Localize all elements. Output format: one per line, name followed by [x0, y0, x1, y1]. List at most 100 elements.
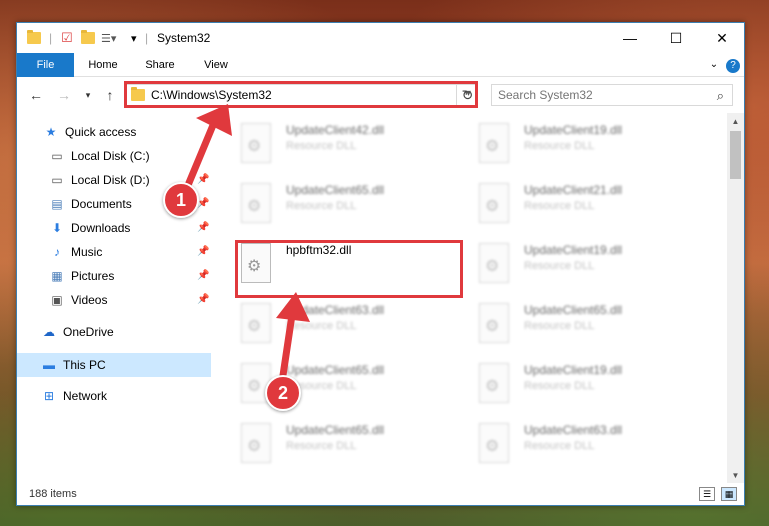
address-bar[interactable]: C:\Windows\System32 ▾: [126, 84, 478, 106]
search-icon[interactable]: ⌕: [717, 88, 724, 104]
tab-home[interactable]: Home: [79, 53, 127, 77]
file-type: Resource DLL: [524, 260, 595, 272]
sidebar-item-onedrive[interactable]: ☁ OneDrive: [41, 321, 114, 343]
file-type: Resource DLL: [524, 200, 595, 212]
separator: |: [49, 31, 53, 45]
file-type: Resource DLL: [524, 440, 595, 452]
status-bar: 188 items ☰ ▦: [17, 483, 744, 505]
search-box[interactable]: ⌕: [491, 84, 733, 106]
sidebar-item-pictures[interactable]: ▦ Pictures: [49, 265, 114, 287]
network-icon: ⊞: [43, 389, 55, 403]
file-name: UpdateClient19.dll: [524, 243, 623, 257]
file-name: UpdateClient65.dll: [286, 423, 385, 437]
sidebar-item-quick-access[interactable]: ★ Quick access: [43, 121, 137, 143]
address-path: C:\Windows\System32: [151, 88, 272, 102]
ribbon-expand-icon[interactable]: ⌄: [707, 53, 721, 77]
file-type: Resource DLL: [286, 320, 357, 332]
sidebar-item-network[interactable]: ⊞ Network: [41, 385, 107, 407]
large-icons-view-icon[interactable]: ▦: [721, 487, 737, 501]
dll-file-icon: [479, 363, 509, 403]
drive-icon: ▭: [51, 149, 63, 163]
file-type: Resource DLL: [286, 200, 357, 212]
customize-quick-access-icon[interactable]: ☰▾: [101, 29, 116, 47]
dll-file-icon: [479, 123, 509, 163]
vertical-scrollbar[interactable]: ▲ ▼: [727, 113, 744, 483]
forward-icon[interactable]: →: [55, 86, 73, 104]
separator: |: [145, 31, 149, 45]
list-item[interactable]: UpdateClient65.dll Resource DLL: [479, 299, 709, 359]
file-name: UpdateClient21.dll: [524, 183, 623, 197]
list-item[interactable]: UpdateClient21.dll Resource DLL: [479, 179, 709, 239]
details-view-icon[interactable]: ☰: [699, 487, 715, 501]
dll-file-icon: [241, 183, 271, 223]
tab-view[interactable]: View: [193, 53, 239, 77]
drive-icon: ▭: [51, 173, 63, 187]
dll-file-icon: [241, 243, 271, 283]
scroll-thumb[interactable]: [730, 131, 741, 179]
dll-file-icon: [479, 423, 509, 463]
tab-share[interactable]: Share: [135, 53, 185, 77]
list-item[interactable]: UpdateClient19.dll Resource DLL: [479, 239, 709, 299]
pin-icon[interactable]: 📌: [197, 294, 209, 305]
dll-file-icon: [241, 123, 271, 163]
file-name: UpdateClient42.dll: [286, 123, 385, 137]
dll-file-icon: [241, 423, 271, 463]
navigation-pane: ★ Quick access ▭ Local Disk (C:) ▭ Local…: [17, 113, 213, 483]
sidebar-item-label: Documents: [71, 197, 132, 211]
close-button[interactable]: ✕: [699, 23, 745, 53]
sidebar-item-this-pc[interactable]: ▬ This PC: [41, 354, 106, 376]
maximize-button[interactable]: ☐: [653, 23, 699, 53]
tab-file[interactable]: File: [17, 53, 74, 77]
properties-icon[interactable]: ☑: [61, 29, 73, 47]
file-type: Resource DLL: [286, 440, 357, 452]
ribbon: File Home Share View ⌄ ?: [17, 53, 744, 77]
navigation-bar: ← → ▾ ↑ C:\Windows\System32 ▾ ↻ ⌕: [17, 79, 744, 111]
search-input[interactable]: [498, 88, 698, 102]
file-name: UpdateClient19.dll: [524, 363, 623, 377]
folder-icon: [131, 87, 145, 101]
pin-icon[interactable]: 📌: [197, 270, 209, 281]
sidebar-item-documents[interactable]: ▤ Documents: [49, 193, 132, 215]
pin-icon[interactable]: 📌: [197, 246, 209, 257]
list-item[interactable]: UpdateClient65.dll Resource DLL: [241, 179, 471, 239]
sidebar-item-local-disk-d[interactable]: ▭ Local Disk (D:): [49, 169, 149, 191]
back-icon[interactable]: ←: [27, 86, 45, 104]
list-item[interactable]: UpdateClient19.dll Resource DLL: [479, 119, 709, 179]
sidebar-item-label: Quick access: [65, 125, 137, 139]
dropdown-icon[interactable]: ▾: [131, 29, 137, 47]
pin-icon[interactable]: 📌: [197, 222, 209, 233]
help-icon[interactable]: ?: [725, 53, 741, 77]
recent-locations-icon[interactable]: ▾: [79, 86, 97, 104]
list-item[interactable]: UpdateClient19.dll Resource DLL: [479, 359, 709, 419]
scroll-down-icon[interactable]: ▼: [727, 467, 744, 483]
list-item-hpbftm32[interactable]: hpbftm32.dll: [241, 239, 471, 299]
new-folder-icon[interactable]: [81, 29, 95, 47]
star-icon: ★: [45, 125, 57, 139]
list-item[interactable]: UpdateClient63.dll Resource DLL: [241, 299, 471, 359]
list-item[interactable]: UpdateClient42.dll Resource DLL: [241, 119, 471, 179]
scroll-up-icon[interactable]: ▲: [727, 113, 744, 129]
file-name: UpdateClient65.dll: [524, 303, 623, 317]
title-bar: | ☑ ☰▾ ▾ | System32 — ☐ ✕: [17, 23, 744, 53]
list-item[interactable]: UpdateClient65.dll Resource DLL: [241, 419, 471, 479]
documents-icon: ▤: [51, 197, 63, 211]
dll-file-icon: [479, 183, 509, 223]
sidebar-item-music[interactable]: ♪ Music: [49, 241, 102, 263]
file-list: UpdateClient42.dll Resource DLL UpdateCli…: [229, 113, 729, 483]
pin-icon[interactable]: 📌: [197, 174, 209, 185]
minimize-button[interactable]: —: [607, 23, 653, 53]
sidebar-item-label: Music: [71, 245, 103, 259]
sidebar-item-label: Videos: [71, 293, 108, 307]
sidebar-item-videos[interactable]: ▣ Videos: [49, 289, 107, 311]
sidebar-item-local-disk-c[interactable]: ▭ Local Disk (C:): [49, 145, 150, 167]
sidebar-item-downloads[interactable]: ⬇ Downloads: [49, 217, 130, 239]
refresh-icon[interactable]: ↻: [456, 84, 478, 106]
computer-icon: ▬: [43, 358, 55, 372]
sidebar-item-label: Local Disk (C:): [71, 149, 150, 163]
list-item[interactable]: UpdateClient63.dll Resource DLL: [479, 419, 709, 479]
explorer-window: | ☑ ☰▾ ▾ | System32 — ☐ ✕ File Home Shar…: [16, 22, 745, 506]
file-name: UpdateClient63.dll: [524, 423, 623, 437]
videos-icon: ▣: [51, 293, 63, 307]
up-icon[interactable]: ↑: [101, 86, 119, 104]
file-name: UpdateClient65.dll: [286, 183, 385, 197]
